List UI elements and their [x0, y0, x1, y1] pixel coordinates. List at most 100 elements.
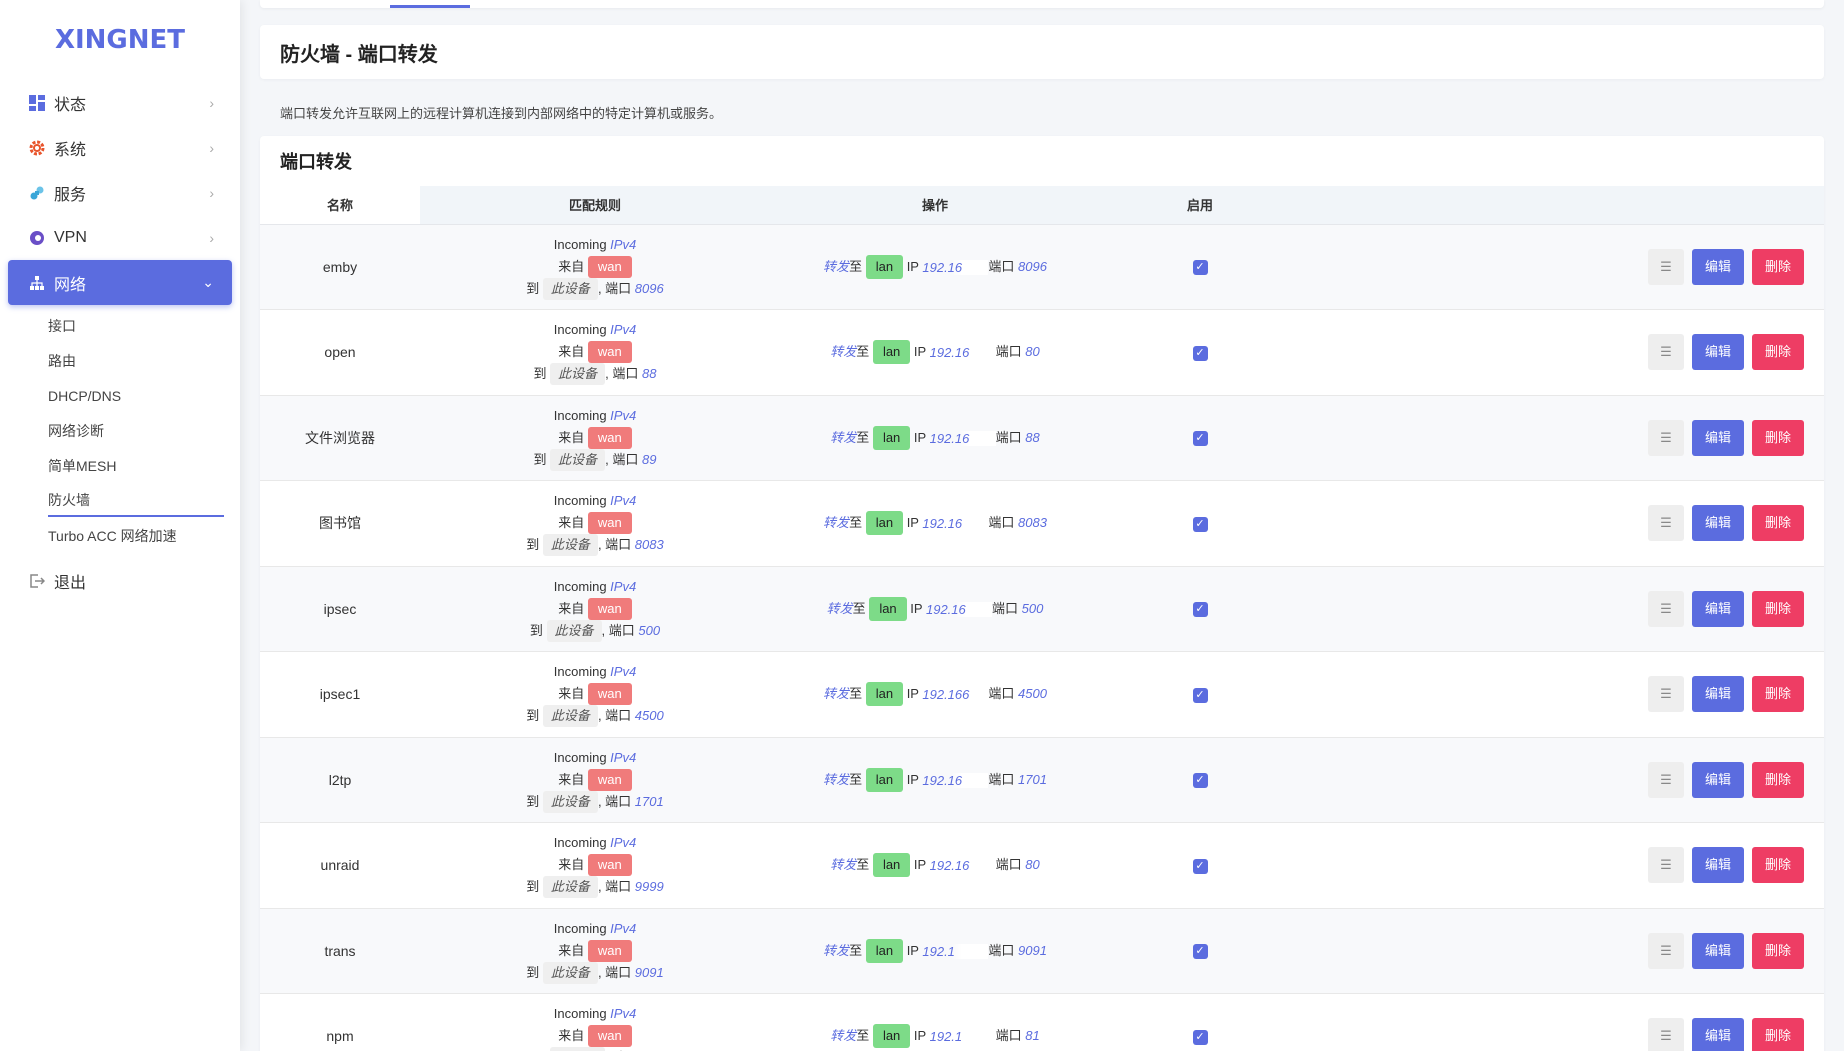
enable-checkbox[interactable]: ✓: [1192, 1029, 1208, 1045]
external-port: 9999: [634, 879, 664, 895]
table-row: ipsec1 Incoming IPv4 来自 wan 到 此设备, 端口 45…: [260, 651, 1824, 737]
enable-checkbox[interactable]: ✓: [1192, 602, 1208, 618]
drag-handle-button[interactable]: ☰: [1648, 761, 1684, 798]
internal-port: 500: [1021, 600, 1044, 616]
rule-name: 文件浏览器: [305, 429, 375, 446]
enable-cell: ✓: [1100, 908, 1300, 994]
edit-button[interactable]: 编辑: [1692, 505, 1744, 542]
tab-bar: [260, 0, 1824, 8]
submenu-item-mesh[interactable]: 简单MESH: [48, 449, 224, 484]
sidebar-item-network[interactable]: 网络 ⌄: [8, 260, 232, 305]
delete-button[interactable]: 删除: [1752, 1018, 1804, 1051]
sidebar-item-services[interactable]: 服务 ›: [8, 170, 232, 215]
incoming-label: Incoming: [553, 920, 607, 936]
to-zone-label: 至: [849, 686, 863, 702]
submenu-item-turbo-acc[interactable]: Turbo ACC 网络加速: [48, 519, 224, 554]
sidebar-item-label: 退出: [54, 574, 87, 592]
logout-icon: [28, 572, 46, 590]
drag-handle-button[interactable]: ☰: [1648, 676, 1684, 713]
row-buttons: ☰ 编辑 删除: [1300, 395, 1824, 481]
sidebar-item-system[interactable]: 系统 ›: [8, 125, 232, 170]
zone-badge-wan: wan: [587, 426, 632, 449]
forward-action: 转发至 lan IP 192.16 端口 8096: [770, 224, 1100, 310]
delete-button[interactable]: 删除: [1752, 334, 1804, 371]
drag-handle-button[interactable]: ☰: [1648, 334, 1684, 371]
forward-action: 转发至 lan IP 192.16 端口 1701: [770, 737, 1100, 823]
enable-checkbox[interactable]: ✓: [1192, 687, 1208, 703]
active-tab-indicator[interactable]: [390, 5, 470, 8]
delete-button[interactable]: 删除: [1752, 847, 1804, 884]
edit-button[interactable]: 编辑: [1692, 847, 1744, 884]
chevron-right-icon: ›: [209, 94, 214, 111]
this-device-badge: 此设备: [542, 534, 598, 557]
delete-button[interactable]: 删除: [1752, 419, 1804, 456]
external-port: 8096: [634, 280, 664, 296]
submenu-item-dhcp-dns[interactable]: DHCP/DNS: [48, 379, 224, 414]
from-label: 来自: [558, 258, 585, 274]
enable-checkbox[interactable]: ✓: [1192, 858, 1208, 874]
brand-logo[interactable]: XINGNET: [0, 0, 240, 80]
edit-button[interactable]: 编辑: [1692, 419, 1744, 456]
enable-checkbox[interactable]: ✓: [1192, 944, 1208, 960]
delete-button[interactable]: 删除: [1752, 761, 1804, 798]
enable-checkbox[interactable]: ✓: [1192, 260, 1208, 276]
row-buttons: ☰ 编辑 删除: [1300, 994, 1824, 1051]
edit-button[interactable]: 编辑: [1692, 932, 1744, 969]
drag-handle-button[interactable]: ☰: [1648, 419, 1684, 456]
enable-checkbox[interactable]: ✓: [1192, 345, 1208, 361]
zone-badge-lan: lan: [872, 1024, 911, 1049]
incoming-label: Incoming: [553, 835, 607, 851]
page-title: 防火墙 - 端口转发: [260, 25, 1824, 79]
to-zone-label: 至: [849, 258, 863, 274]
sidebar-item-status[interactable]: 状态 ›: [8, 80, 232, 125]
table-row: unraid Incoming IPv4 来自 wan 到 此设备, 端口 99…: [260, 822, 1824, 908]
edit-button[interactable]: 编辑: [1692, 761, 1744, 798]
internal-port: 1701: [1018, 771, 1047, 787]
to-zone-label: 至: [856, 429, 870, 445]
submenu-item-interfaces[interactable]: 接口: [48, 309, 224, 344]
edit-button[interactable]: 编辑: [1692, 334, 1744, 371]
to-label: 到: [526, 964, 540, 980]
internal-port: 80: [1025, 857, 1040, 873]
drag-handle-button[interactable]: ☰: [1648, 1018, 1684, 1051]
ipv4-label: IPv4: [610, 920, 637, 936]
sidebar-item-logout[interactable]: 退出: [8, 558, 232, 603]
ipv4-label: IPv4: [610, 493, 637, 509]
edit-button[interactable]: 编辑: [1692, 590, 1744, 627]
delete-button[interactable]: 删除: [1752, 505, 1804, 542]
header-action: 操作: [770, 186, 1100, 225]
submenu-item-routes[interactable]: 路由: [48, 344, 224, 379]
drag-handle-button[interactable]: ☰: [1648, 847, 1684, 884]
edit-button[interactable]: 编辑: [1692, 676, 1744, 713]
delete-button[interactable]: 删除: [1752, 676, 1804, 713]
zone-badge-lan: lan: [869, 596, 907, 621]
rule-name: npm: [326, 1028, 354, 1045]
zone-badge-wan: wan: [587, 1025, 632, 1048]
table-header-row: 名称 匹配规则 操作 启用: [260, 186, 1824, 225]
drag-handle-button[interactable]: ☰: [1648, 590, 1684, 627]
ipv4-label: IPv4: [610, 407, 637, 423]
drag-handle-button[interactable]: ☰: [1648, 505, 1684, 542]
forward-label: 转发: [830, 1028, 857, 1044]
delete-button[interactable]: 删除: [1752, 590, 1804, 627]
zone-badge-wan: wan: [587, 512, 632, 535]
submenu-item-diagnostics[interactable]: 网络诊断: [48, 414, 224, 449]
int-port-label: 端口: [991, 600, 1018, 616]
enable-checkbox[interactable]: ✓: [1192, 431, 1208, 447]
ipv4-label: IPv4: [610, 236, 637, 252]
drag-handle-button[interactable]: ☰: [1648, 248, 1684, 285]
sidebar-item-vpn[interactable]: VPN ›: [8, 215, 232, 260]
delete-button[interactable]: 删除: [1752, 932, 1804, 969]
table-row: npm Incoming IPv4 来自 wan 到 此设备, 端口 81 转发…: [260, 993, 1824, 1051]
submenu-item-firewall[interactable]: 防火墙: [48, 484, 224, 517]
zone-badge-wan: wan: [587, 683, 632, 706]
enable-checkbox[interactable]: ✓: [1192, 773, 1208, 789]
external-port: 4500: [634, 708, 664, 724]
enable-checkbox[interactable]: ✓: [1192, 516, 1208, 532]
delete-button[interactable]: 删除: [1752, 248, 1804, 285]
chevron-right-icon: ›: [209, 229, 214, 246]
edit-button[interactable]: 编辑: [1692, 1018, 1744, 1051]
edit-button[interactable]: 编辑: [1692, 248, 1744, 285]
sidebar-item-label: 状态: [54, 96, 87, 114]
drag-handle-button[interactable]: ☰: [1648, 932, 1684, 969]
